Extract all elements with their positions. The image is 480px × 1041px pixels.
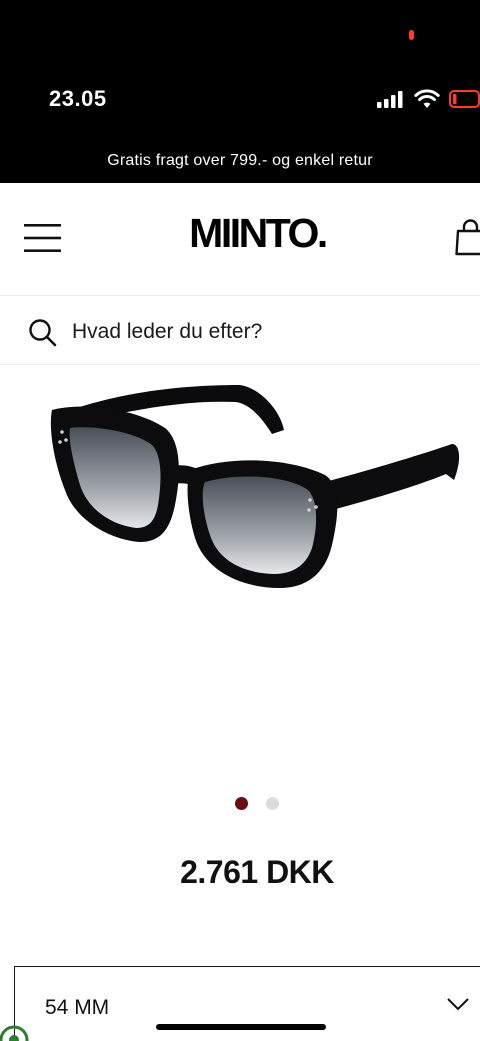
carousel-dot-active[interactable] [235, 797, 248, 810]
search-input[interactable]: Hvad leder du efter? [72, 320, 262, 344]
home-indicator[interactable] [156, 1024, 326, 1030]
product-price: 2.761 DKK [180, 854, 334, 890]
search-icon [29, 319, 57, 347]
carousel-dot[interactable] [266, 797, 279, 810]
product-image[interactable] [40, 370, 470, 600]
miinto-logo[interactable]: MIINTO. [0, 210, 480, 257]
cellular-signal-icon [377, 91, 403, 108]
recording-indicator-icon [409, 30, 414, 40]
size-selector-value: 54 MM [45, 996, 110, 1019]
shopping-bag-icon[interactable] [455, 218, 480, 256]
status-bar [0, 0, 480, 143]
battery-icon [449, 90, 480, 108]
wifi-icon [414, 89, 440, 108]
status-time: 23.05 [49, 86, 107, 111]
promo-banner: Gratis fragt over 799.- og enkel retur [0, 143, 480, 183]
chat-badge-icon[interactable] [0, 1024, 30, 1041]
chevron-down-icon [447, 998, 469, 1011]
